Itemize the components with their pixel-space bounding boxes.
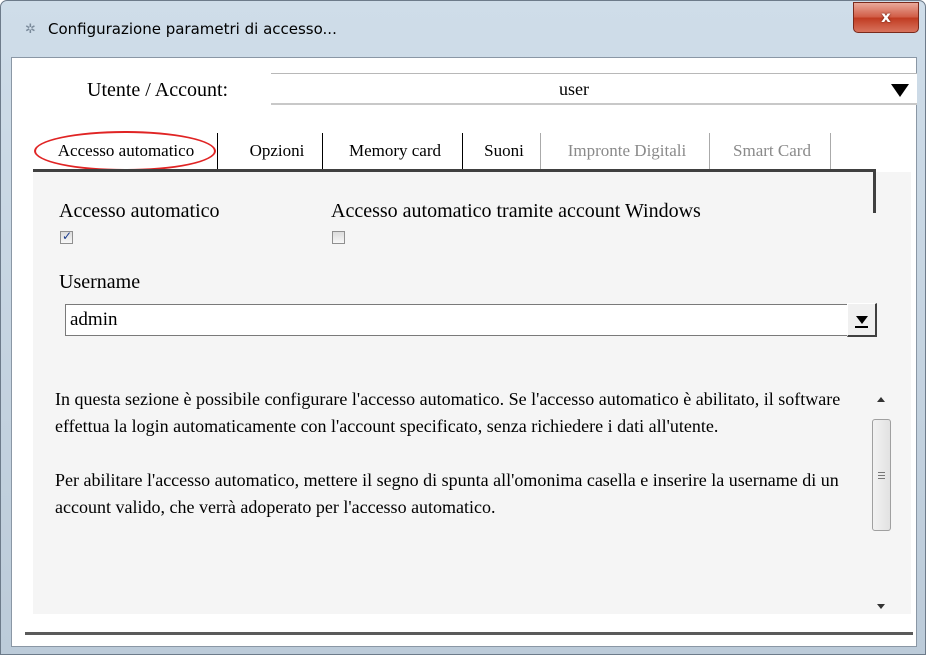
help-paragraph: In questa sezione è possibile configurar… — [55, 389, 841, 436]
scroll-down-icon[interactable] — [877, 604, 885, 609]
tab-memory-card[interactable]: Memory card — [331, 129, 463, 173]
bottom-divider — [25, 632, 913, 635]
username-value: admin — [70, 309, 118, 330]
auto-access-checkbox[interactable]: ✓ — [60, 229, 73, 244]
auto-access-label: Accesso automatico — [59, 200, 220, 222]
close-button[interactable]: x — [853, 2, 919, 33]
username-input[interactable]: admin — [65, 304, 876, 336]
title-bar[interactable]: ✲ Configurazione parametri di accesso...… — [1, 1, 925, 56]
panel-top-border — [33, 169, 873, 172]
scroll-up-icon[interactable] — [877, 397, 885, 402]
tab-separator — [217, 133, 218, 169]
dialog-window: ✲ Configurazione parametri di accesso...… — [0, 0, 926, 655]
checkmark-icon: ✓ — [61, 229, 73, 243]
tab-separator — [462, 133, 463, 169]
dropdown-bar-icon — [855, 326, 868, 328]
help-paragraph: Per abilitare l'accesso automatico, mett… — [55, 470, 839, 517]
tab-suoni[interactable]: Suoni — [471, 129, 541, 173]
username-label: Username — [59, 271, 141, 293]
account-label: Utente / Account: — [87, 79, 229, 101]
grip-icon — [878, 472, 885, 473]
help-text: In questa sezione è possibile configurar… — [55, 386, 855, 548]
tab-label: Smart Card — [733, 141, 811, 160]
scroll-thumb[interactable] — [872, 419, 891, 531]
tab-impronte-digitali: Impronte Digitali — [548, 129, 710, 173]
help-scrollbar[interactable] — [867, 382, 897, 618]
highlight-circle — [34, 131, 216, 171]
tab-separator — [540, 133, 541, 169]
account-select[interactable]: user — [271, 73, 917, 105]
tab-separator — [709, 133, 710, 169]
tab-smart-card: Smart Card — [717, 129, 831, 173]
panel-right-border — [873, 169, 876, 213]
tab-label: Memory card — [348, 141, 442, 160]
app-icon: ✲ — [25, 22, 36, 37]
username-dropdown-button[interactable] — [847, 303, 877, 337]
dropdown-arrow-icon[interactable] — [891, 84, 909, 97]
tab-separator — [830, 133, 831, 169]
dropdown-arrow-icon — [856, 316, 868, 324]
account-value: user — [559, 79, 589, 99]
windows-access-label: Accesso automatico tramite account Windo… — [331, 200, 701, 222]
windows-access-checkbox[interactable] — [332, 231, 345, 244]
tab-label: Impronte Digitali — [567, 141, 687, 160]
window-title: Configurazione parametri di accesso... — [48, 20, 337, 38]
tab-label: Suoni — [484, 141, 524, 160]
tab-separator — [322, 133, 323, 169]
tab-opzioni[interactable]: Opzioni — [235, 129, 323, 173]
tab-label: Opzioni — [249, 141, 305, 160]
